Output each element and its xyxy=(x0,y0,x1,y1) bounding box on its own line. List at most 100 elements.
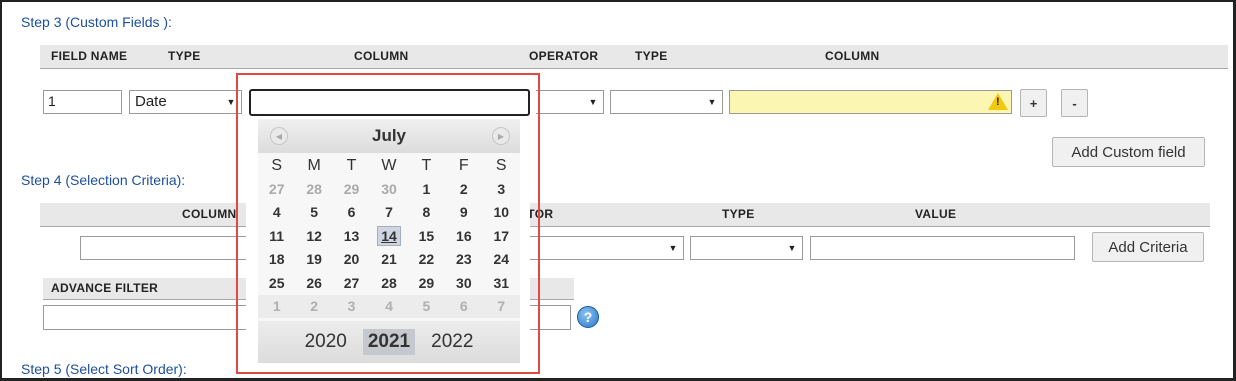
header-column: Column xyxy=(354,49,409,63)
criteria-column-select[interactable] xyxy=(80,236,250,260)
calendar-month-title: July xyxy=(258,119,520,153)
header-column: Column xyxy=(182,207,237,221)
help-icon[interactable]: ? xyxy=(577,306,599,328)
column2-value-input[interactable]: ! xyxy=(729,90,1012,114)
warning-icon: ! xyxy=(988,93,1008,110)
criteria-operator-select[interactable]: ▼ xyxy=(530,236,684,260)
weekday-label: T xyxy=(346,157,357,174)
calendar-day[interactable]: 20 xyxy=(333,248,370,272)
calendar-grid: SMTWTFS 27 28 29 30 1 2 3 4 5 6 7 8 9 10 11 12 13 14 15 16 1… xyxy=(258,155,520,318)
calendar-day[interactable]: 19 xyxy=(295,248,332,272)
calendar-day[interactable]: 3 xyxy=(332,294,371,318)
step4-title: Step 4 (Selection Criteria): xyxy=(21,172,186,188)
calendar-year-option[interactable]: 2021 xyxy=(362,329,416,355)
operator-select[interactable]: ▼ xyxy=(536,90,604,114)
calendar-day[interactable]: 9 xyxy=(445,201,482,225)
calendar-year-bar: 2020 2021 2022 xyxy=(258,321,520,363)
calendar-day[interactable]: 5 xyxy=(407,294,446,318)
calendar-day[interactable]: 14 xyxy=(370,224,407,248)
calendar-day[interactable]: 1 xyxy=(258,294,296,318)
chevron-down-icon: ▼ xyxy=(707,97,717,107)
calendar-day[interactable]: 13 xyxy=(333,224,370,248)
calendar-day[interactable]: 21 xyxy=(370,248,407,272)
calendar-today-marker: 14 xyxy=(377,225,401,246)
advance-filter-title: Advance Filter xyxy=(51,281,159,295)
calendar-day[interactable]: 18 xyxy=(258,248,295,272)
type-select-value: Date xyxy=(135,93,167,110)
prev-month-icon[interactable]: ◀ xyxy=(270,127,288,145)
step5-title: Step 5 (Select Sort Order): xyxy=(21,361,187,377)
header-type-2: Type xyxy=(635,49,668,63)
calendar-day[interactable]: 28 xyxy=(370,271,407,295)
calendar-day[interactable]: 12 xyxy=(295,224,332,248)
calendar-day[interactable]: 22 xyxy=(408,248,445,272)
calendar-day[interactable]: 29 xyxy=(333,177,370,201)
calendar-day[interactable]: 27 xyxy=(333,271,370,295)
calendar-week-row: 11 12 13 14 15 16 17 xyxy=(258,224,520,248)
calendar-day[interactable]: 28 xyxy=(295,177,332,201)
header-type: Type xyxy=(168,49,201,63)
calendar-day[interactable]: 4 xyxy=(370,294,408,318)
calendar-week-row: 1234567 xyxy=(258,294,520,318)
calendar-day[interactable]: 26 xyxy=(295,271,332,295)
add-row-button[interactable]: + xyxy=(1020,89,1047,117)
calendar-day[interactable]: 5 xyxy=(295,201,332,225)
calendar-day[interactable]: 6 xyxy=(333,201,370,225)
step3-title: Step 3 (Custom Fields ): xyxy=(21,14,172,30)
step4-header-row: Column Operator Type Value xyxy=(40,203,1210,227)
calendar-day[interactable]: 1 xyxy=(408,177,445,201)
calendar-week-row: 27 28 29 30 1 2 3 xyxy=(258,177,520,201)
field-name-input[interactable]: 1 xyxy=(43,90,122,114)
next-month-icon[interactable]: ▶ xyxy=(492,127,510,145)
add-criteria-button[interactable]: Add Criteria xyxy=(1092,232,1204,262)
calendar-day[interactable]: 11 xyxy=(258,224,295,248)
calendar-day[interactable]: 3 xyxy=(483,177,520,201)
header-column-2: Column xyxy=(825,49,880,63)
calendar-day[interactable]: 30 xyxy=(370,177,407,201)
calendar-day[interactable]: 23 xyxy=(445,248,482,272)
calendar-day[interactable]: 16 xyxy=(445,224,482,248)
criteria-type-select[interactable]: ▼ xyxy=(690,236,803,260)
calendar-day[interactable]: 17 xyxy=(483,224,520,248)
criteria-value-input[interactable] xyxy=(810,236,1075,260)
calendar-day[interactable]: 6 xyxy=(445,294,483,318)
type2-select[interactable]: ▼ xyxy=(610,90,723,114)
calendar-year-option[interactable]: 2022 xyxy=(431,331,473,353)
step3-header-row: Field Name Type Column Operator Type Col… xyxy=(40,45,1228,69)
calendar-day[interactable]: 24 xyxy=(483,248,520,272)
header-operator: Operator xyxy=(529,49,599,63)
calendar-day[interactable]: 8 xyxy=(408,201,445,225)
calendar-day[interactable]: 10 xyxy=(483,201,520,225)
calendar-week-row: 18 19 20 21 22 23 24 xyxy=(258,248,520,272)
weekday-label: W xyxy=(381,157,397,174)
chevron-down-icon: ▼ xyxy=(787,243,797,253)
remove-row-button[interactable]: - xyxy=(1061,89,1088,117)
calendar-day[interactable]: 31 xyxy=(483,271,520,295)
header-field-name: Field Name xyxy=(51,49,128,63)
calendar-day[interactable]: 4 xyxy=(258,201,295,225)
calendar-day[interactable]: 30 xyxy=(445,271,482,295)
header-type: Type xyxy=(722,207,755,221)
column-date-input[interactable] xyxy=(249,89,530,116)
calendar-day[interactable]: 2 xyxy=(295,294,333,318)
calendar-day[interactable]: 2 xyxy=(445,177,482,201)
chevron-down-icon: ▼ xyxy=(588,97,598,107)
calendar-day[interactable]: 15 xyxy=(408,224,445,248)
header-value: Value xyxy=(915,207,957,221)
type-select[interactable]: Date ▼ xyxy=(129,90,242,114)
weekday-label: F xyxy=(458,157,469,174)
calendar-popup: July ◀ ▶ SMTWTFS 27 28 29 30 1 2 3 4 5 6 7 8 9 10 11 12… xyxy=(258,119,520,363)
calendar-week-row: 4 5 6 7 8 9 10 xyxy=(258,201,520,225)
calendar-day[interactable]: 29 xyxy=(408,271,445,295)
calendar-day[interactable]: 7 xyxy=(370,201,407,225)
add-custom-field-button[interactable]: Add Custom field xyxy=(1052,137,1205,167)
weekday-label: T xyxy=(421,157,432,174)
calendar-day[interactable]: 25 xyxy=(258,271,295,295)
chevron-down-icon: ▼ xyxy=(668,243,678,253)
weekday-label: M xyxy=(307,157,321,174)
weekday-label: S xyxy=(271,157,283,174)
calendar-day[interactable]: 7 xyxy=(482,294,520,318)
calendar-year-option[interactable]: 2020 xyxy=(305,331,347,353)
calendar-day[interactable]: 27 xyxy=(258,177,295,201)
chevron-down-icon: ▼ xyxy=(226,97,236,107)
